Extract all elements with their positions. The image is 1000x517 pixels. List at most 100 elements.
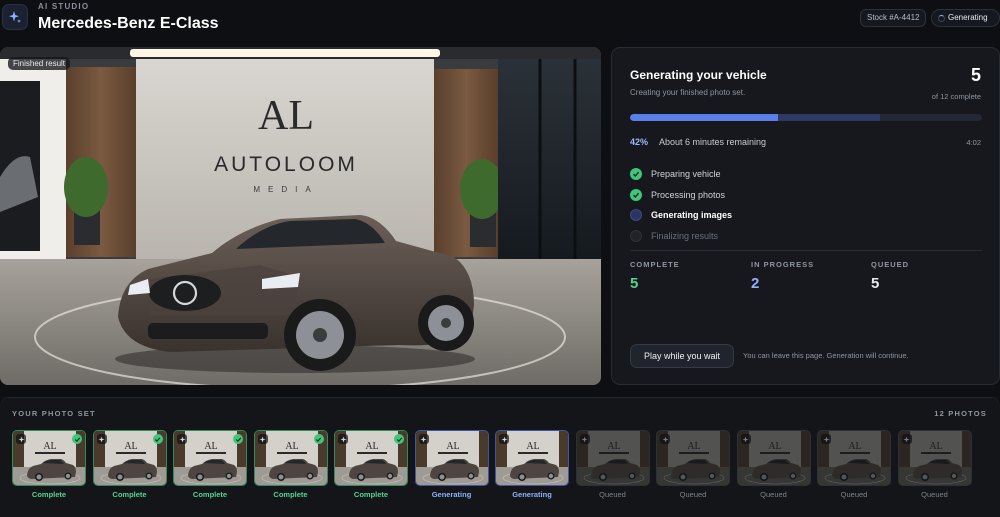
photo-thumbnail-image: AL (897, 430, 972, 486)
photo-status-label: Queued (840, 490, 868, 499)
stat-queued: QUEUED 5 (871, 260, 909, 292)
photo-status-label: Complete (192, 490, 228, 499)
photo-thumbnail-image: AL (575, 430, 650, 486)
step-item: Finalizing results (630, 226, 732, 247)
photo-set: YOUR PHOTO SET 12 PHOTOS AL Complete AL … (0, 397, 1000, 517)
step-label: Preparing vehicle (651, 169, 721, 180)
status-badge: Generating (931, 9, 1000, 27)
sparkle-icon[interactable] (2, 4, 28, 30)
progress-fill-in-progress (777, 114, 880, 121)
stat-queued-label: QUEUED (871, 260, 910, 269)
photo-status-label: Queued (599, 490, 626, 499)
check-icon (630, 168, 642, 181)
brush-icon (257, 434, 268, 444)
photo-status-label: Generating (431, 490, 472, 499)
step-item: Processing photos (630, 185, 732, 206)
play-note: You can leave this page. Generation will… (743, 351, 909, 360)
panel-subtitle: Creating your finished photo set. (630, 88, 746, 97)
svg-text:AL: AL (43, 441, 56, 452)
photo-thumbnail[interactable]: AL Complete (173, 430, 247, 499)
progress-fill-complete (630, 114, 778, 121)
photo-thumbnail[interactable]: AL Generating (495, 430, 569, 499)
queued-overlay (898, 431, 971, 485)
stat-in-progress-label: IN PROGRESS (751, 260, 815, 269)
header: AI STUDIO Mercedes-Benz E-Class Stock #A… (0, 0, 1000, 44)
photo-thumbnail-image: AL (173, 430, 247, 486)
svg-text:AL: AL (285, 441, 298, 452)
check-icon (313, 434, 324, 444)
step-label: Generating images (651, 210, 733, 221)
step-label: Processing photos (651, 189, 726, 200)
photo-status-label: Complete (273, 490, 308, 499)
svg-text:AL: AL (365, 441, 378, 452)
stat-queued-value: 5 (871, 275, 880, 292)
svg-text:AL: AL (124, 441, 137, 452)
stat-complete-value: 5 (630, 275, 639, 292)
photo-thumbnail-image: AL (334, 430, 408, 486)
check-icon (152, 434, 163, 444)
elapsed-time: 4:02 (966, 138, 981, 147)
photo-thumbnail[interactable]: AL Complete (12, 430, 86, 499)
play-while-you-wait-button[interactable]: Play while you wait (630, 344, 734, 368)
step-item: Generating images (630, 205, 732, 226)
logo-mark: AL (258, 93, 314, 139)
photo-status-label: Complete (353, 490, 389, 499)
sparkle-icon (499, 434, 509, 444)
svg-text:AL: AL (446, 441, 459, 452)
photo-thumbnail[interactable]: AL Queued (897, 430, 972, 499)
time-remaining: About 6 minutes remaining (659, 137, 767, 147)
queued-overlay (576, 431, 649, 485)
step-label: Finalizing results (651, 230, 719, 241)
photo-thumbnail-image: AL (12, 430, 86, 486)
panel-title: Generating your vehicle (630, 68, 767, 82)
photo-status-label: Complete (31, 490, 67, 499)
brush-icon (16, 434, 26, 444)
photo-thumbnail-image: AL (495, 430, 569, 486)
page-title: Mercedes-Benz E-Class (38, 15, 219, 32)
finished-result-image[interactable]: AL AUTOLOOM MEDIA Finished result (0, 47, 601, 385)
brush-icon (96, 434, 107, 444)
photo-thumbnail[interactable]: AL Generating (414, 430, 489, 499)
check-icon (233, 434, 243, 444)
photo-status-label: Queued (921, 490, 948, 499)
photo-thumbnail-image: AL (656, 430, 730, 486)
pending-step-icon (630, 229, 642, 242)
showroom-scene: AL AUTOLOOM MEDIA (0, 47, 601, 385)
photo-thumbnail[interactable]: AL Queued (656, 430, 730, 499)
step-list: Preparing vehicle Processing photos Genera… (630, 164, 732, 246)
photo-set-count: 12 PHOTOS (934, 409, 987, 418)
check-icon (394, 434, 404, 444)
stat-complete: COMPLETE 5 (630, 260, 680, 292)
complete-count-label: of 12 complete (931, 92, 981, 101)
brush-icon (338, 434, 348, 444)
stat-complete-label: COMPLETE (630, 260, 680, 269)
stat-in-progress: IN PROGRESS 2 (751, 260, 814, 292)
photo-status-label: Complete (112, 490, 147, 499)
progress-percent: 42% (630, 137, 649, 147)
status-badge-label: Generating (948, 13, 988, 22)
logo-name: AUTOLOOM (214, 153, 358, 176)
progress-bar (630, 114, 982, 121)
generation-status-panel: Generating your vehicle Creating your fi… (611, 47, 1000, 385)
photo-status-label: Generating (512, 490, 552, 499)
photo-thumbnail[interactable]: AL Complete (334, 430, 408, 499)
photo-status-label: Queued (760, 490, 787, 499)
photo-thumbnail[interactable]: AL Queued (575, 430, 650, 499)
brush-icon (177, 434, 187, 444)
svg-text:AL: AL (526, 441, 539, 452)
active-step-icon (630, 209, 642, 222)
photo-thumbnail-image: AL (414, 430, 489, 486)
photo-thumbnail-image: AL (736, 430, 811, 486)
photo-thumbnail[interactable]: AL Queued (736, 430, 811, 499)
spinner-icon (938, 14, 945, 22)
photo-thumbnail-image: AL (817, 430, 891, 486)
photo-thumbnail-image: AL (253, 430, 328, 486)
photo-status-label: Queued (679, 490, 707, 499)
photo-thumbnail[interactable]: AL Queued (817, 430, 891, 499)
photo-thumbnail[interactable]: AL Complete (92, 430, 167, 499)
check-icon (630, 188, 642, 201)
queued-overlay (818, 431, 890, 485)
stock-badge: Stock #A-4412 (860, 9, 927, 27)
step-item: Preparing vehicle (630, 164, 732, 185)
photo-thumbnail[interactable]: AL Complete (253, 430, 328, 499)
